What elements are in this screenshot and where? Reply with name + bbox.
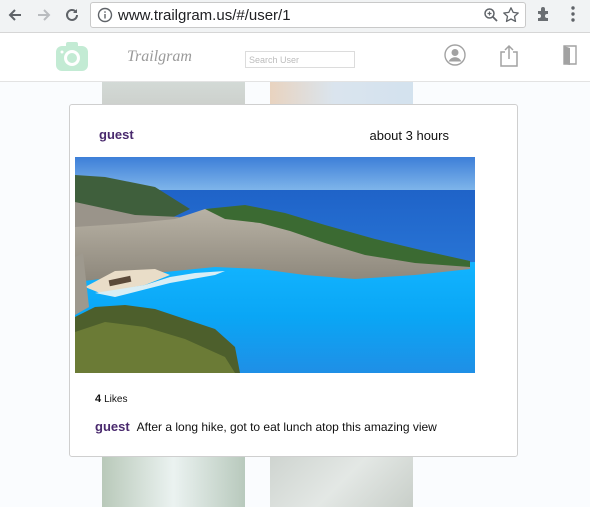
camera-logo-icon[interactable]: [55, 41, 89, 73]
grid-thumbnail[interactable]: [270, 457, 413, 507]
zoom-icon[interactable]: [483, 7, 499, 23]
post-modal: guest about 3 hours 4 Likes guest After …: [69, 104, 518, 457]
grid-thumbnail[interactable]: [270, 82, 413, 104]
share-icon[interactable]: [499, 44, 519, 68]
comment-username[interactable]: guest: [95, 419, 130, 434]
back-button[interactable]: [4, 4, 26, 26]
post-timestamp: about 3 hours: [369, 128, 449, 143]
app-navbar: Trailgram: [0, 33, 590, 82]
grid-thumbnail[interactable]: [102, 457, 245, 507]
url-text[interactable]: www.trailgram.us/#/user/1: [118, 7, 291, 24]
star-icon[interactable]: [502, 6, 520, 24]
puzzle-icon[interactable]: [535, 5, 553, 23]
comment-text: After a long hike, got to eat lunch atop…: [136, 420, 437, 434]
search-user-input[interactable]: [245, 51, 355, 68]
post-photo: [75, 157, 475, 373]
post-comment: guest After a long hike, got to eat lunch…: [95, 419, 437, 434]
profile-icon[interactable]: [444, 44, 466, 66]
forward-arrow-icon: [38, 9, 51, 21]
brand-name[interactable]: Trailgram: [127, 48, 192, 66]
back-arrow-icon: [8, 9, 21, 21]
info-icon[interactable]: [97, 7, 113, 23]
post-username[interactable]: guest: [99, 127, 134, 142]
browser-toolbar: www.trailgram.us/#/user/1: [0, 0, 590, 33]
kebab-menu-icon[interactable]: [565, 5, 581, 23]
reload-icon: [66, 8, 78, 21]
reload-button[interactable]: [61, 4, 83, 26]
forward-button[interactable]: [33, 4, 55, 26]
likes-count: 4 Likes: [95, 393, 127, 405]
likes-number: 4: [95, 393, 102, 405]
logout-icon[interactable]: [563, 44, 577, 66]
grid-thumbnail[interactable]: [102, 82, 245, 104]
likes-label: Likes: [104, 394, 128, 405]
address-bar[interactable]: www.trailgram.us/#/user/1: [90, 2, 526, 28]
